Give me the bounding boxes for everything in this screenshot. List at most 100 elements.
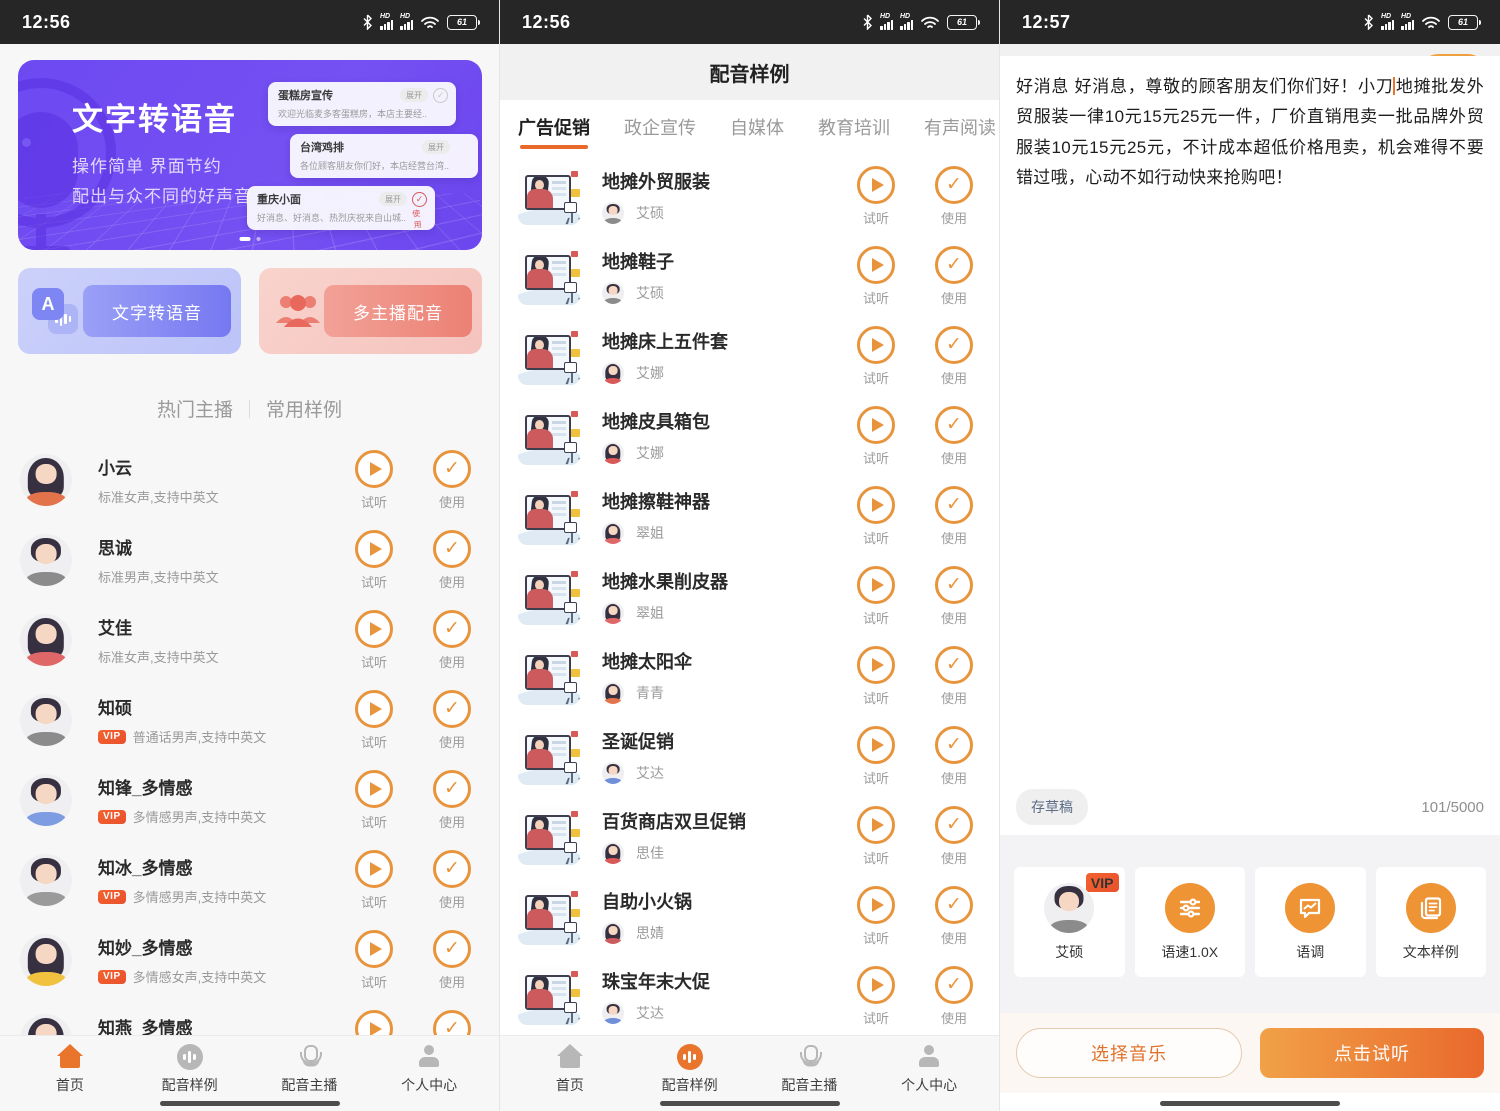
expand-button[interactable]: 展开	[400, 88, 428, 102]
sample-row[interactable]: 地摊水果削皮器 翠姐 试听 ✓使用	[500, 556, 999, 636]
sample-row[interactable]: 地摊太阳伞 青青 试听 ✓使用	[500, 636, 999, 716]
category-tab[interactable]: 自媒体	[730, 114, 784, 140]
use-button[interactable]: ✓使用	[425, 610, 479, 671]
nav-icon	[916, 1044, 942, 1070]
home-indicator[interactable]	[1160, 1101, 1340, 1106]
play-button[interactable]: 试听	[849, 406, 903, 467]
use-button[interactable]: ✓使用	[927, 566, 981, 627]
anchor-row[interactable]: 知妙_多情感 VIP 多情感女声,支持中英文 试听 ✓使用	[0, 920, 499, 1000]
expand-button[interactable]: 展开	[422, 140, 450, 154]
play-button[interactable]: 试听	[347, 530, 401, 591]
play-button[interactable]: 试听	[849, 646, 903, 707]
use-button[interactable]: ✓使用	[927, 246, 981, 307]
category-tab[interactable]: 广告促销	[518, 114, 590, 140]
use-button[interactable]: ✓使用	[927, 406, 981, 467]
sample-row[interactable]: 百货商店双旦促销 思佳 试听 ✓使用	[500, 796, 999, 876]
sample-row[interactable]: 地摊床上五件套 艾娜 试听 ✓使用	[500, 316, 999, 396]
use-button[interactable]: ✓使用	[425, 850, 479, 911]
play-button[interactable]: 试听	[849, 566, 903, 627]
play-button[interactable]: 试听	[849, 886, 903, 947]
multi-voice-button[interactable]: 多主播配音	[324, 285, 472, 337]
sample-row[interactable]: 地摊皮具箱包 艾娜 试听 ✓使用	[500, 396, 999, 476]
play-button[interactable]: 试听	[849, 966, 903, 1027]
play-button[interactable]: 试听	[849, 806, 903, 867]
play-button[interactable]: 试听	[347, 770, 401, 831]
nav-item[interactable]: 首页	[10, 1044, 130, 1111]
use-button[interactable]: ✓使用	[927, 166, 981, 227]
anchor-avatar	[20, 614, 72, 666]
check-icon: ✓	[946, 895, 962, 914]
anchor-name: 知锋_多情感	[98, 774, 347, 799]
tab-hot-anchors[interactable]: 热门主播	[157, 395, 233, 422]
banner-sample-card[interactable]: 台湾鸡排 展开 ✓ 各位顾客朋友你们好，本店经营台湾..	[290, 134, 478, 178]
anchor-row[interactable]: 艾佳 标准女声,支持中英文 试听 ✓使用	[0, 600, 499, 680]
use-button[interactable]: ✓使用	[927, 646, 981, 707]
category-tab[interactable]: 政企宣传	[624, 114, 696, 140]
use-button[interactable]: ✓使用	[927, 806, 981, 867]
play-button[interactable]: 试听	[849, 166, 903, 227]
home-indicator[interactable]	[660, 1101, 840, 1106]
tts-card[interactable]: A 文字转语音	[18, 268, 241, 354]
play-button[interactable]: 试听	[347, 690, 401, 751]
category-tab[interactable]: 有声阅读	[924, 114, 996, 140]
speed-label: 语速1.0X	[1161, 942, 1218, 962]
use-button[interactable]: ✓使用	[425, 450, 479, 511]
sample-row[interactable]: 地摊鞋子 艾硕 试听 ✓使用	[500, 236, 999, 316]
play-button[interactable]: 试听	[849, 326, 903, 387]
play-button[interactable]: 试听	[347, 610, 401, 671]
play-button[interactable]: 试听	[849, 246, 903, 307]
save-draft-button[interactable]: 存草稿	[1016, 789, 1088, 825]
use-button[interactable]: ✓使用	[425, 690, 479, 751]
tab-common-samples[interactable]: 常用样例	[266, 395, 342, 422]
use-button[interactable]: ✓使用	[927, 726, 981, 787]
voice-name: 艾硕	[636, 283, 664, 303]
play-button[interactable]: 试听	[849, 726, 903, 787]
use-button[interactable]: ✓使用	[927, 886, 981, 947]
text-sample-card[interactable]: 文本样例	[1376, 867, 1487, 977]
anchor-row[interactable]: 知硕 VIP 普通话男声,支持中英文 试听 ✓使用	[0, 680, 499, 760]
category-tab[interactable]: 教育培训	[818, 114, 890, 140]
sample-row[interactable]: 地摊擦鞋神器 翠姐 试听 ✓使用	[500, 476, 999, 556]
sample-row[interactable]: 自助小火锅 思婧 试听 ✓使用	[500, 876, 999, 956]
use-button[interactable]: ✓使用	[927, 486, 981, 547]
play-button[interactable]: 试听	[849, 486, 903, 547]
anchor-row[interactable]: 知燕_多情感 VIP 多情感女声,支持中英文 试听 ✓使用	[0, 1000, 499, 1040]
hero-banner[interactable]: 文字转语音 操作简单 界面节约 配出与众不同的好声音 蛋糕房宣传 展开 ✓ 欢迎…	[18, 60, 482, 250]
speed-card[interactable]: 语速1.0X	[1135, 867, 1246, 977]
anchor-row[interactable]: 知冰_多情感 VIP 多情感男声,支持中英文 试听 ✓使用	[0, 840, 499, 920]
bluetooth-icon	[1363, 14, 1374, 30]
tone-card[interactable]: 语调	[1255, 867, 1366, 977]
check-icon: ✓	[444, 699, 460, 718]
preview-listen-button[interactable]: 点击试听	[1260, 1028, 1484, 1078]
anchor-avatar	[20, 694, 72, 746]
banner-sample-card[interactable]: 蛋糕房宣传 展开 ✓ 欢迎光临麦多客蛋糕房，本店主要经..	[268, 82, 456, 126]
voice-select-card[interactable]: VIP 艾硕	[1014, 867, 1125, 977]
nav-item[interactable]: 首页	[510, 1044, 630, 1111]
anchor-row[interactable]: 小云 标准女声,支持中英文 试听 ✓使用	[0, 440, 499, 520]
use-button[interactable]: ✓使用	[425, 930, 479, 991]
use-button[interactable]: ✓使用	[927, 326, 981, 387]
play-button[interactable]: 试听	[347, 450, 401, 511]
use-button[interactable]: ✓使用	[425, 770, 479, 831]
sample-row[interactable]: 圣诞促销 艾达 试听 ✓使用	[500, 716, 999, 796]
sample-row[interactable]: 地摊外贸服装 艾硕 试听 ✓使用	[500, 156, 999, 236]
check-icon: ✓	[946, 655, 962, 674]
home-indicator[interactable]	[160, 1101, 340, 1106]
text-input-area[interactable]: 好消息 好消息，尊敬的顾客朋友们你们好！小刀地摊批发外贸服装一律10元15元25…	[1000, 56, 1500, 779]
nav-item[interactable]: 个人中心	[369, 1044, 489, 1111]
anchor-row[interactable]: 知锋_多情感 VIP 多情感男声,支持中英文 试听 ✓使用	[0, 760, 499, 840]
play-icon	[370, 782, 382, 796]
anchor-row[interactable]: 思诚 标准男声,支持中英文 试听 ✓使用	[0, 520, 499, 600]
sample-row[interactable]: 珠宝年末大促 艾达 试听 ✓使用	[500, 956, 999, 1036]
nav-item[interactable]: 个人中心	[869, 1044, 989, 1111]
sample-thumbnail	[518, 327, 580, 385]
tts-button[interactable]: 文字转语音	[83, 285, 231, 337]
multi-voice-card[interactable]: 多主播配音	[259, 268, 482, 354]
use-button[interactable]: ✓使用	[425, 530, 479, 591]
play-button[interactable]: 试听	[347, 930, 401, 991]
play-button[interactable]: 试听	[347, 850, 401, 911]
choose-music-button[interactable]: 选择音乐	[1016, 1028, 1242, 1078]
banner-sample-card[interactable]: 重庆小面 展开 ✓ 好消息、好消息、热烈庆祝来自山城..	[247, 186, 435, 230]
use-button[interactable]: ✓使用	[927, 966, 981, 1027]
expand-button[interactable]: 展开	[379, 192, 407, 206]
